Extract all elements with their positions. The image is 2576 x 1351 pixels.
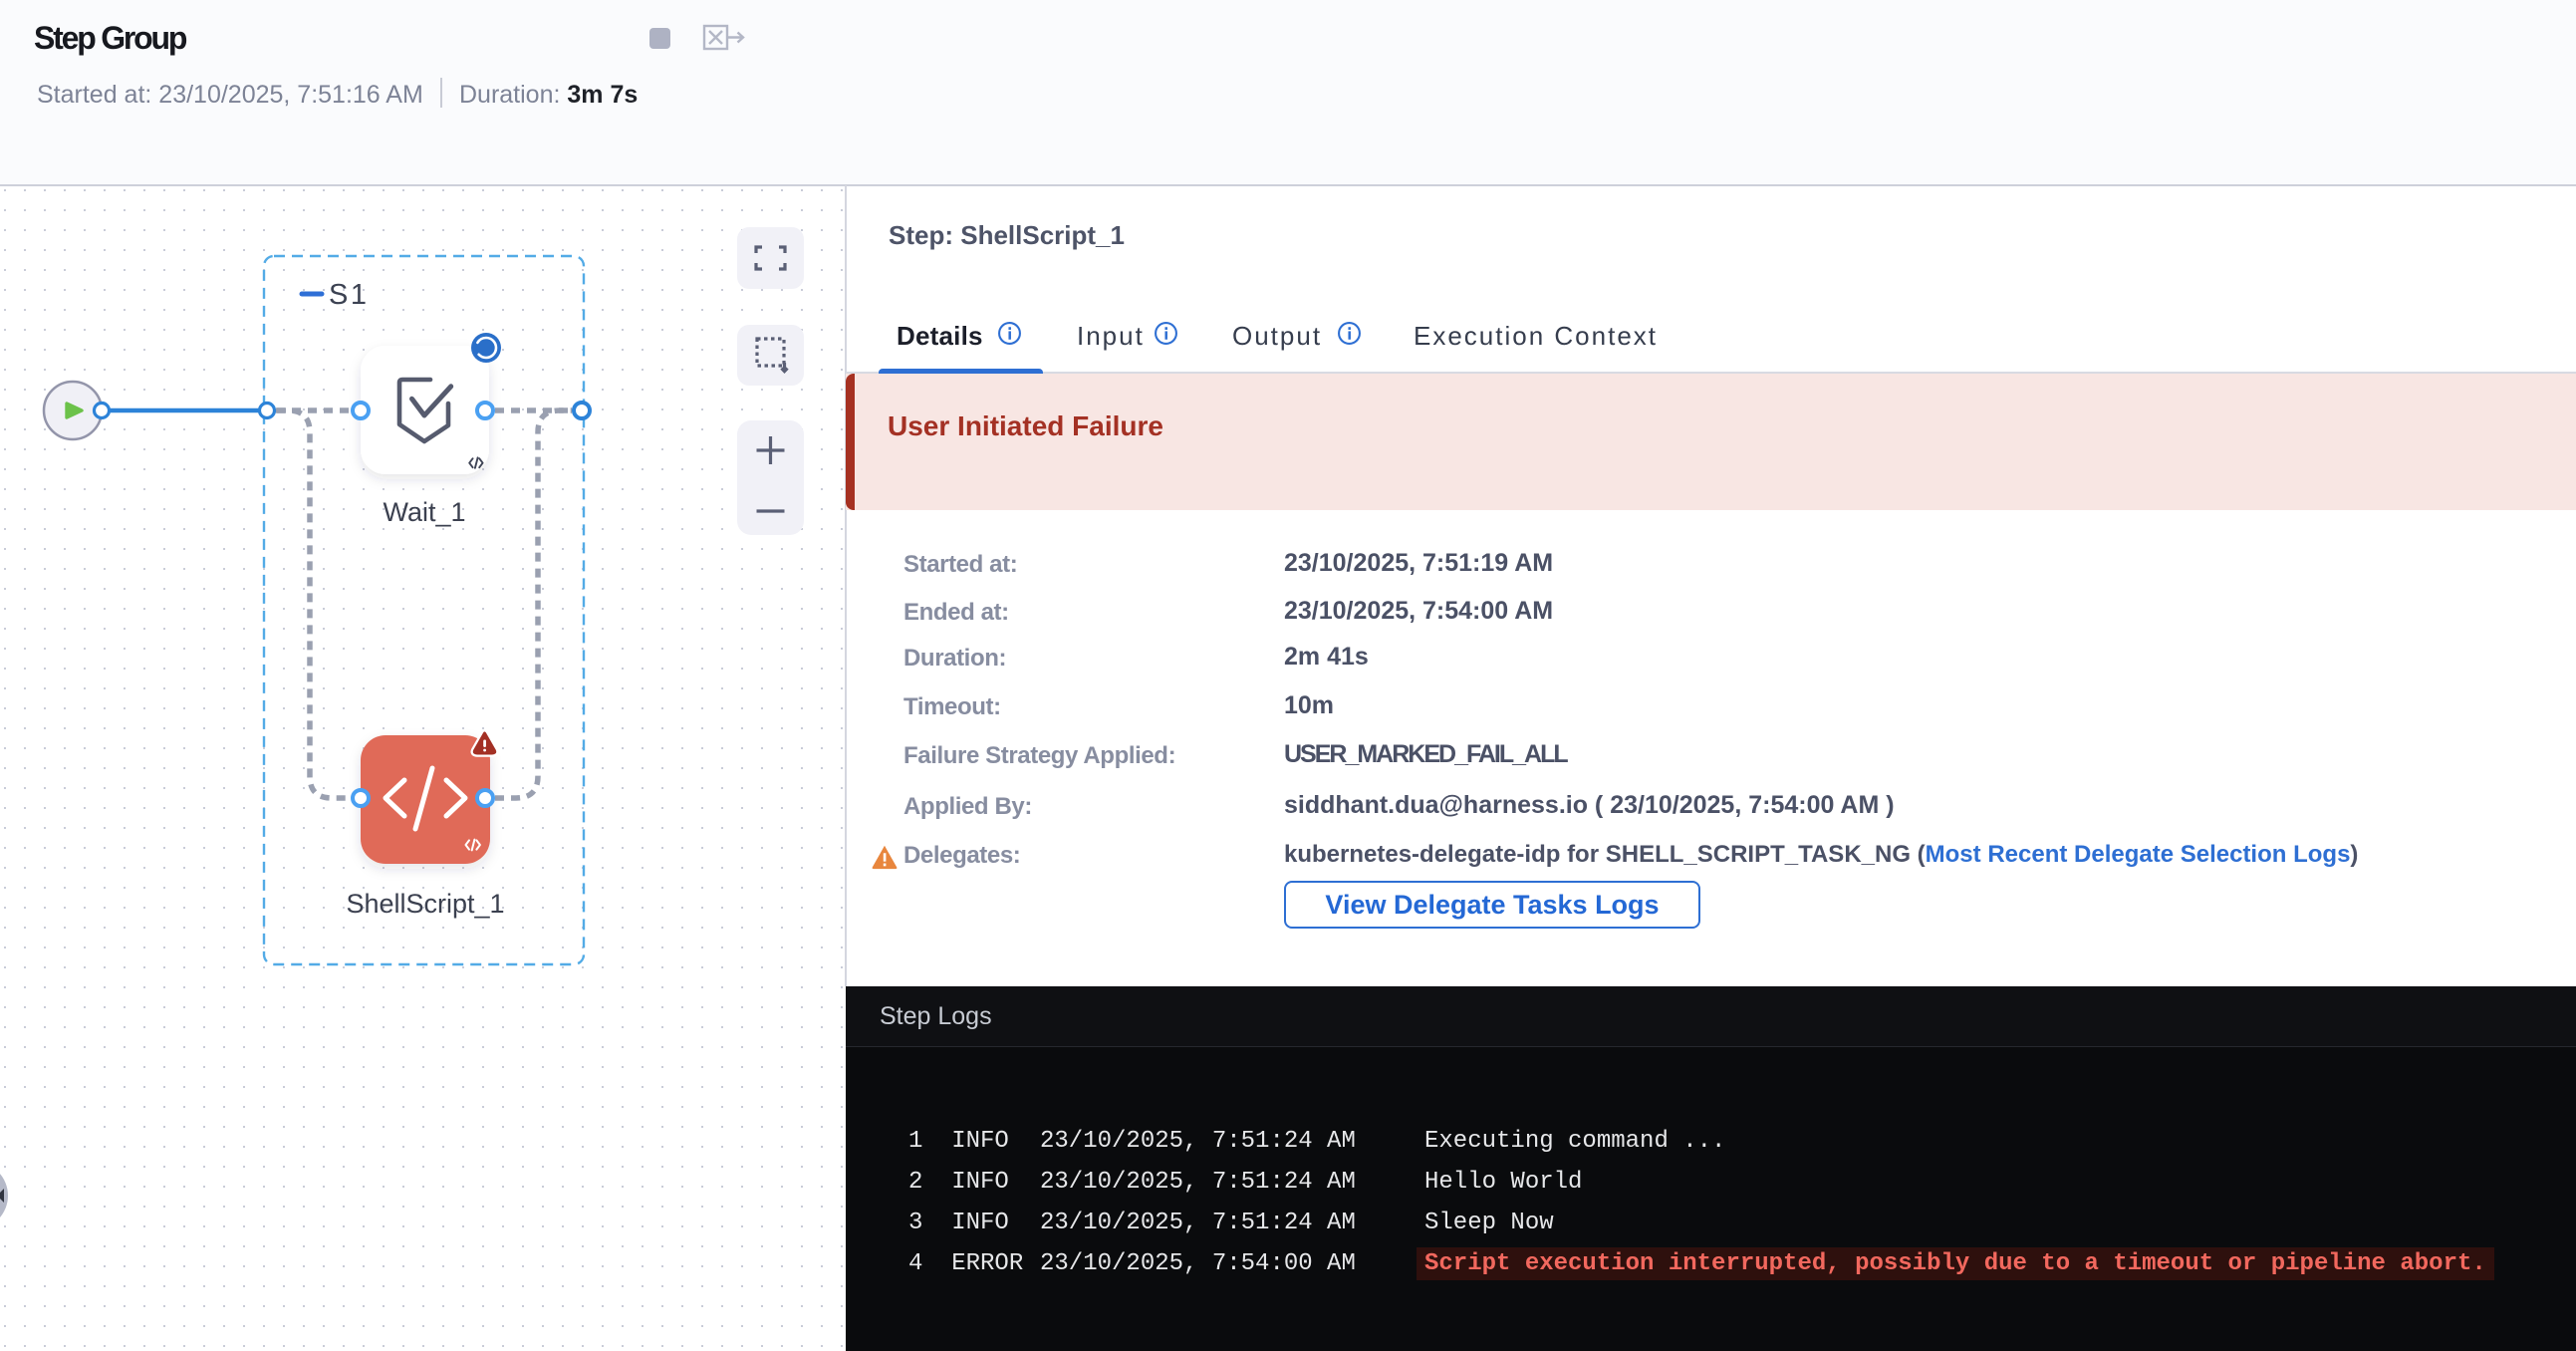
svg-text:ShellScript_1: ShellScript_1 <box>346 889 504 919</box>
svg-text:Wait_1: Wait_1 <box>383 497 465 527</box>
svg-text:S1: S1 <box>329 279 369 311</box>
